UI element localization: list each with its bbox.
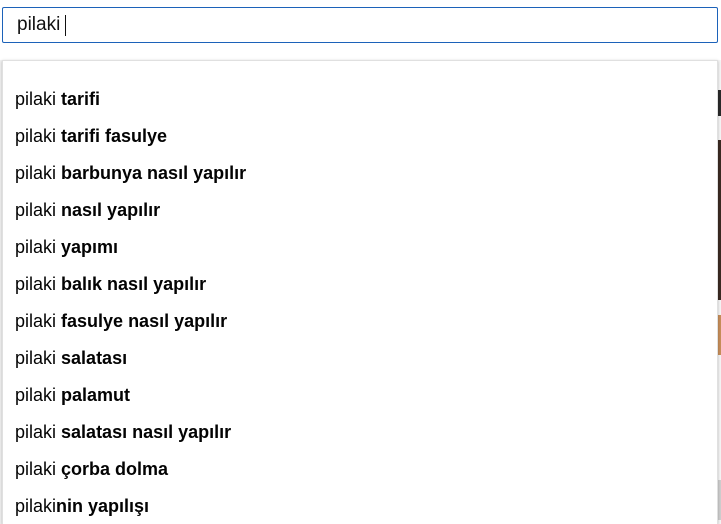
suggestion-item[interactable]: pilakinin yapılışı: [3, 488, 717, 524]
suggestion-completion: tarifi: [56, 89, 101, 109]
page: pilaki tarifi pilaki tarifi fasulye pila…: [0, 0, 721, 524]
suggestion-query: pilaki: [15, 385, 57, 405]
search-box[interactable]: [2, 7, 718, 43]
suggestion-completion: salatası: [56, 348, 128, 368]
suggestion-item[interactable]: pilaki çorba dolma: [3, 451, 717, 488]
suggestion-item[interactable]: pilaki tarifi: [3, 81, 717, 118]
suggestion-completion: çorba dolma: [56, 459, 169, 479]
suggestion-completion: balık nasıl yapılır: [56, 274, 207, 294]
suggestion-item[interactable]: pilaki yapımı: [3, 229, 717, 266]
suggestion-query: pilaki: [15, 89, 57, 109]
suggestion-completion: nasıl yapılır: [56, 200, 161, 220]
suggestion-completion: palamut: [56, 385, 131, 405]
suggestion-item[interactable]: pilaki balık nasıl yapılır: [3, 266, 717, 303]
search-input[interactable]: [3, 8, 717, 42]
suggestion-query: pilaki: [15, 200, 57, 220]
suggestion-item[interactable]: pilaki nasıl yapılır: [3, 192, 717, 229]
suggestion-query: pilaki: [15, 422, 57, 442]
suggestion-query: pilaki: [15, 163, 57, 183]
suggestion-list: pilaki tarifi pilaki tarifi fasulye pila…: [3, 81, 717, 524]
suggestion-query: pilaki: [15, 237, 57, 257]
suggestion-completion: nin yapılışı: [56, 496, 150, 516]
suggestion-item[interactable]: pilaki tarifi fasulye: [3, 118, 717, 155]
suggestion-query: pilaki: [15, 126, 57, 146]
suggestion-item[interactable]: pilaki salatası nasıl yapılır: [3, 414, 717, 451]
suggestion-completion: barbunya nasıl yapılır: [56, 163, 247, 183]
text-caret: [65, 15, 66, 36]
suggestion-item[interactable]: pilaki barbunya nasıl yapılır: [3, 155, 717, 192]
autocomplete-dropdown: pilaki tarifi pilaki tarifi fasulye pila…: [2, 60, 718, 524]
suggestion-completion: salatası nasıl yapılır: [56, 422, 232, 442]
suggestion-query: pilaki: [15, 348, 57, 368]
suggestion-item[interactable]: pilaki fasulye nasıl yapılır: [3, 303, 717, 340]
suggestion-query: pilaki: [15, 459, 57, 479]
suggestion-query: pilaki: [15, 311, 57, 331]
suggestion-item[interactable]: pilaki palamut: [3, 377, 717, 414]
suggestion-query: pilaki: [15, 274, 57, 294]
suggestion-completion: tarifi fasulye: [56, 126, 168, 146]
suggestion-completion: fasulye nasıl yapılır: [56, 311, 228, 331]
suggestion-completion: yapımı: [56, 237, 119, 257]
suggestion-item[interactable]: pilaki salatası: [3, 340, 717, 377]
suggestion-query: pilaki: [15, 496, 57, 516]
